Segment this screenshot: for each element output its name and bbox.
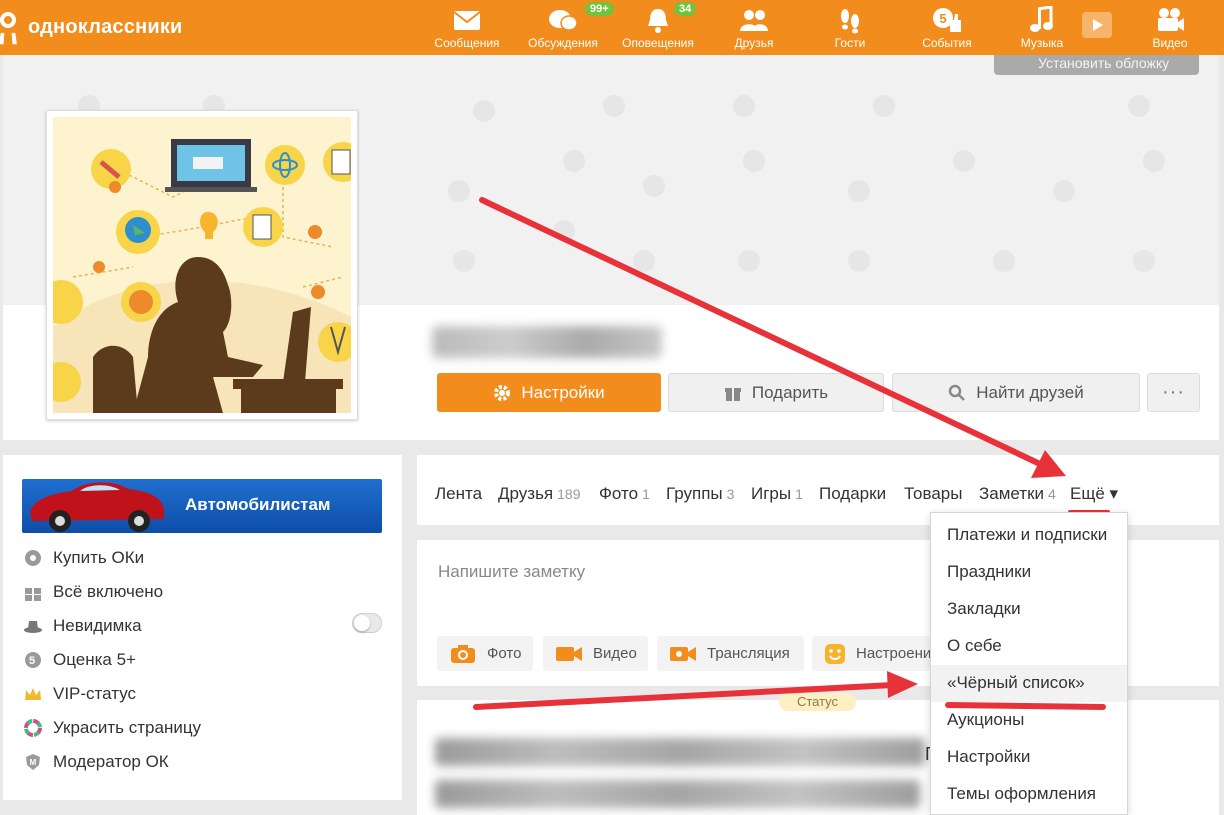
crown-icon	[22, 683, 44, 705]
tab-feed[interactable]: Лента	[435, 484, 482, 504]
nav-discussions[interactable]: 99+ Обсуждения	[524, 0, 615, 55]
svg-text:5: 5	[29, 655, 35, 667]
friends-icon	[740, 10, 768, 31]
color-ring-icon	[22, 717, 44, 739]
invisible-item[interactable]: Невидимка	[22, 613, 142, 639]
motorists-banner[interactable]: Автомобилистам	[22, 479, 382, 533]
five-plus-like-icon: 5	[933, 8, 961, 32]
tab-games[interactable]: Игры 1	[751, 484, 803, 504]
hat-icon	[22, 615, 44, 637]
decorate-page-item[interactable]: Украсить страницу	[22, 715, 201, 741]
nav-messages[interactable]: Сообщения	[432, 0, 502, 55]
tab-more[interactable]: Ещё ▾	[1070, 484, 1118, 504]
invisible-toggle[interactable]	[352, 613, 382, 633]
menu-item-blacklist[interactable]: «Чёрный список»	[947, 673, 1085, 693]
broadcast-icon	[669, 643, 697, 665]
status-badge: Статус	[779, 693, 856, 711]
add-photo-chip[interactable]: Фото	[437, 636, 533, 671]
tab-photos[interactable]: Фото 1	[599, 484, 650, 504]
menu-item-payments[interactable]: Платежи и подписки	[947, 525, 1107, 545]
gift-box-icon	[22, 581, 44, 603]
footprints-icon	[841, 9, 859, 34]
gift-icon	[724, 387, 741, 401]
tab-notes[interactable]: Заметки 4	[979, 484, 1056, 504]
tab-gifts[interactable]: Подарки	[819, 484, 886, 504]
ok-logo-icon	[0, 8, 20, 46]
gift-button[interactable]: Подарить	[668, 373, 884, 412]
tab-groups[interactable]: Группы 3	[666, 484, 734, 504]
menu-item-holidays[interactable]: Праздники	[947, 562, 1031, 582]
menu-item-about[interactable]: О себе	[947, 636, 1002, 656]
nav-guests[interactable]: Гости	[822, 0, 878, 55]
nav-events[interactable]: 5 События	[917, 0, 977, 55]
menu-item-themes[interactable]: Темы оформления	[947, 784, 1096, 804]
nav-friends[interactable]: Друзья	[724, 0, 784, 55]
settings-button[interactable]: Настройки	[437, 373, 661, 412]
video-play-icon[interactable]	[1082, 12, 1112, 38]
more-dropdown-menu	[930, 512, 1128, 815]
rating-five-plus-item[interactable]: 5 Оценка 5+	[22, 647, 136, 673]
nav-video[interactable]: Видео	[1141, 0, 1199, 55]
top-bar: одноклассники Сообщения 99+ Обсуждения 3…	[0, 0, 1224, 55]
add-broadcast-chip[interactable]: Трансляция	[657, 636, 804, 671]
bell-icon	[648, 9, 668, 33]
envelope-icon	[453, 11, 481, 30]
menu-item-auctions[interactable]: Аукционы	[947, 710, 1024, 730]
tab-goods[interactable]: Товары	[904, 484, 962, 504]
chat-bubbles-icon	[549, 10, 578, 31]
video-camera-icon	[1158, 8, 1184, 31]
svg-text:M: M	[30, 758, 37, 767]
menu-item-settings[interactable]: Настройки	[947, 747, 1030, 767]
vip-status-item[interactable]: VIP-статус	[22, 681, 136, 707]
five-plus-icon: 5	[22, 649, 44, 671]
moderator-item[interactable]: M Модератор ОК	[22, 749, 169, 775]
smiley-icon	[824, 643, 846, 665]
profile-avatar[interactable]	[46, 110, 358, 420]
camera-icon	[449, 643, 477, 665]
find-friends-button[interactable]: Найти друзей	[892, 373, 1140, 412]
post-text-blurred	[435, 780, 920, 808]
menu-item-bookmarks[interactable]: Закладки	[947, 599, 1021, 619]
buy-ok-coins-item[interactable]: Купить ОКи	[22, 545, 144, 571]
add-video-chip[interactable]: Видео	[543, 636, 648, 671]
all-inclusive-item[interactable]: Всё включено	[22, 579, 163, 605]
moderator-shield-icon: M	[22, 751, 44, 773]
add-mood-chip[interactable]: Настроени	[812, 636, 931, 671]
note-input[interactable]: Напишите заметку	[438, 562, 585, 582]
music-note-icon	[1030, 6, 1053, 32]
svg-text:5: 5	[939, 11, 946, 26]
brand-name: одноклассники	[28, 15, 183, 38]
discussions-badge: 99+	[584, 1, 615, 17]
profile-name-blurred	[432, 326, 662, 358]
video-icon	[555, 643, 583, 665]
nav-music[interactable]: Музыка	[1013, 0, 1071, 55]
search-icon	[949, 384, 966, 401]
car-icon	[30, 482, 164, 532]
avatar-illustration	[53, 117, 351, 413]
coin-icon	[22, 547, 44, 569]
nav-notifications[interactable]: 34 Оповещения	[619, 0, 698, 55]
set-cover-button[interactable]: Установить обложку	[994, 55, 1199, 75]
more-actions-button[interactable]: ···	[1147, 373, 1200, 412]
tab-friends[interactable]: Друзья 189	[498, 484, 581, 504]
ok-logo[interactable]: одноклассники	[0, 8, 183, 46]
post-text-blurred	[435, 738, 925, 766]
gear-icon	[494, 384, 511, 401]
notifications-badge: 34	[673, 1, 698, 17]
